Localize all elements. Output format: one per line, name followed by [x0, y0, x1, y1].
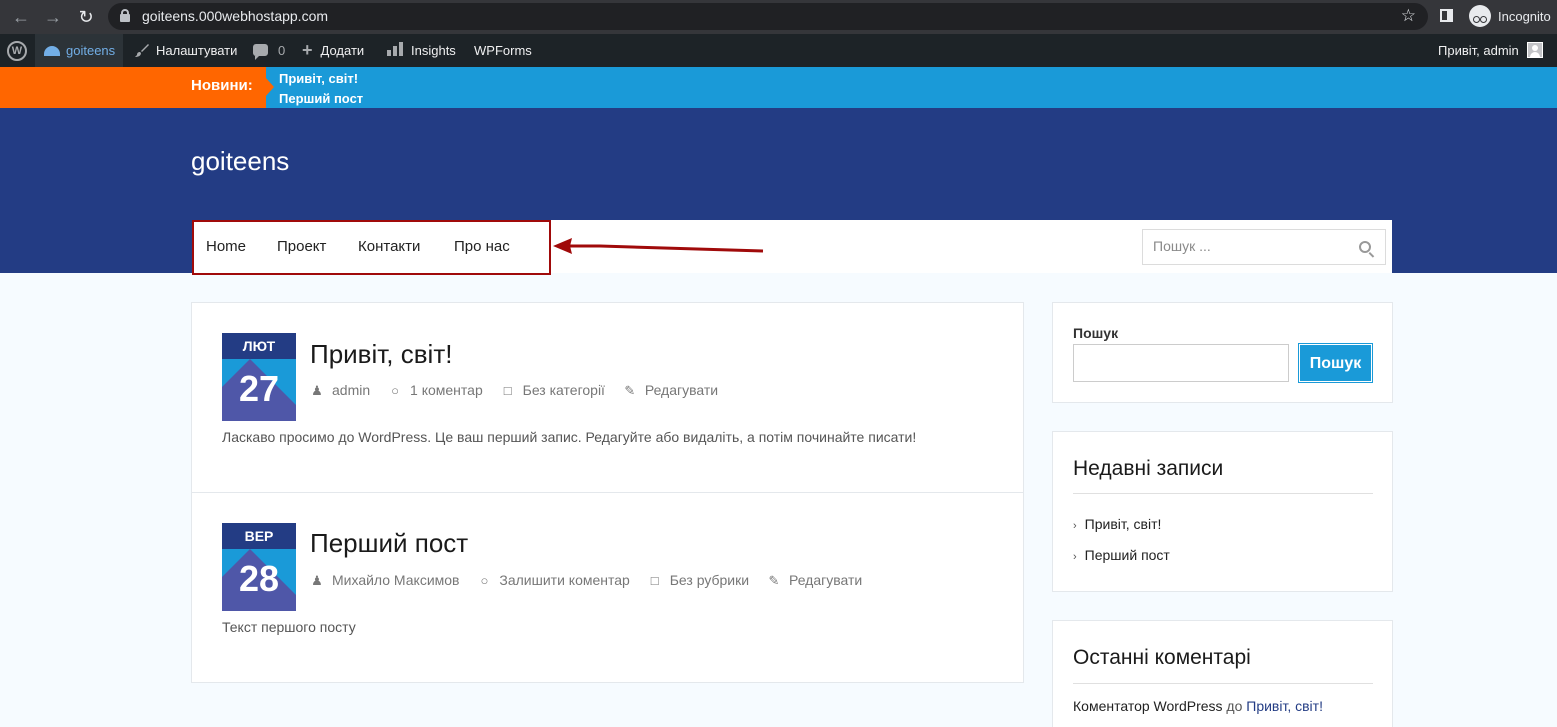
- menu-item-contacts[interactable]: Контакти: [358, 238, 420, 255]
- date-month: ЛЮТ: [222, 333, 296, 359]
- browser-toolbar: ← → ↻ goiteens.000webhostapp.com ☆ Incog…: [0, 0, 1557, 34]
- site-name-label: goiteens: [66, 43, 116, 58]
- side-panel-icon[interactable]: [1440, 9, 1453, 22]
- post-category[interactable]: Без рубрики: [670, 572, 749, 588]
- header-search: [1142, 229, 1386, 265]
- site-header: goiteens Home Проект Контакти Про нас: [0, 108, 1557, 275]
- site-name-menu[interactable]: goiteens: [35, 34, 124, 67]
- date-badge: ВЕР 28: [222, 523, 296, 611]
- user-icon: ♟: [311, 383, 323, 398]
- post-card: ЛЮТ 27 Привіт, світ! ♟ admin ○ 1 коментар …: [192, 303, 1023, 492]
- back-icon[interactable]: ←: [9, 5, 33, 29]
- brush-icon: [135, 44, 149, 57]
- wordpress-logo-icon: [7, 41, 27, 61]
- avatar[interactable]: [1527, 42, 1543, 58]
- folder-icon: □: [503, 383, 512, 398]
- search-icon[interactable]: [1359, 241, 1371, 253]
- wpforms-menu[interactable]: WPForms: [474, 34, 532, 67]
- comments-icon: ○: [480, 573, 489, 588]
- recent-comment: Коментатор WordPress до Привіт, світ!: [1073, 698, 1323, 714]
- post-edit-link[interactable]: Редагувати: [789, 572, 862, 588]
- address-bar[interactable]: goiteens.000webhostapp.com ☆: [108, 3, 1428, 30]
- insights-menu[interactable]: Insights: [387, 34, 456, 67]
- posts-list: ЛЮТ 27 Привіт, світ! ♟ admin ○ 1 коментар …: [191, 302, 1024, 683]
- post-comments-link[interactable]: 1 коментар: [410, 382, 483, 398]
- post-title[interactable]: Перший пост: [310, 528, 468, 559]
- customize-label: Налаштувати: [156, 43, 238, 58]
- header-search-input[interactable]: [1153, 238, 1343, 254]
- post-author[interactable]: admin: [332, 382, 370, 398]
- bookmark-star-icon[interactable]: ☆: [1401, 6, 1416, 26]
- new-content-menu[interactable]: + Додати: [302, 34, 364, 67]
- date-day: 28: [238, 558, 280, 599]
- comments-count: 0: [278, 43, 286, 58]
- post-excerpt: Ласкаво просимо до WordPress. Це ваш пер…: [222, 429, 917, 445]
- edit-icon: ✎: [768, 573, 780, 588]
- chevron-right-icon: ›: [1073, 551, 1077, 563]
- widget-divider: [1073, 683, 1373, 684]
- search-widget: Пошук Пошук: [1052, 302, 1393, 403]
- post-edit-link[interactable]: Редагувати: [645, 382, 718, 398]
- wpforms-label: WPForms: [474, 43, 532, 58]
- greeting-label: Привіт, admin: [1438, 43, 1519, 58]
- widget-divider: [1073, 493, 1373, 494]
- menu-item-project[interactable]: Проект: [277, 238, 326, 255]
- bar-chart-icon: [387, 42, 403, 56]
- dashboard-icon: [44, 46, 60, 56]
- ticker-arrow-shape: [256, 67, 274, 107]
- comment-author[interactable]: Коментатор WordPress: [1073, 698, 1223, 714]
- incognito-label: Incognito: [1498, 9, 1551, 24]
- reload-icon[interactable]: ↻: [74, 5, 98, 29]
- search-widget-label: Пошук: [1073, 325, 1119, 341]
- wp-logo-menu[interactable]: [0, 34, 35, 67]
- comment-connector: до: [1226, 698, 1243, 714]
- post-category[interactable]: Без категорії: [523, 382, 605, 398]
- url-text: goiteens.000webhostapp.com: [142, 8, 329, 24]
- comment-bubble-icon: [253, 44, 268, 60]
- plus-icon: +: [302, 40, 313, 60]
- account-menu[interactable]: Привіт, admin: [1438, 34, 1519, 67]
- recent-posts-widget: Недавні записи › Привіт, світ! › Перший по…: [1052, 431, 1393, 592]
- insights-label: Insights: [411, 43, 456, 58]
- date-day: 27: [238, 368, 280, 409]
- ticker-label: Новини:: [191, 77, 253, 94]
- post-author[interactable]: Михайло Максимов: [332, 572, 460, 588]
- search-submit-button[interactable]: Пошук: [1299, 344, 1372, 382]
- news-ticker: Новини: Привіт, світ! Перший пост: [0, 67, 1557, 108]
- search-widget-input[interactable]: [1073, 344, 1289, 382]
- menu-item-about[interactable]: Про нас: [454, 238, 510, 255]
- user-icon: ♟: [311, 573, 323, 588]
- chevron-right-icon: ›: [1073, 520, 1077, 532]
- post-title[interactable]: Привіт, світ!: [310, 339, 452, 370]
- forward-icon[interactable]: →: [41, 5, 65, 29]
- comment-post-link[interactable]: Привіт, світ!: [1246, 698, 1323, 714]
- lock-icon: [120, 9, 130, 22]
- post-comments-link[interactable]: Залишити коментар: [499, 572, 629, 588]
- widget-title: Недавні записи: [1073, 457, 1224, 480]
- wp-admin-bar: goiteens Налаштувати 0 +Додати Insights …: [0, 34, 1557, 67]
- recent-post-link[interactable]: › Перший пост: [1073, 547, 1170, 563]
- incognito-icon[interactable]: [1469, 5, 1491, 27]
- post-card: ВЕР 28 Перший пост ♟ Михайло Максимов ○ За…: [192, 492, 1023, 682]
- comments-menu[interactable]: 0: [253, 34, 285, 67]
- post-excerpt: Текст першого посту: [222, 619, 356, 635]
- primary-menu-bar: Home Проект Контакти Про нас: [192, 220, 1392, 275]
- recent-comments-widget: Останні коментарі Коментатор WordPress д…: [1052, 620, 1393, 727]
- post-meta: ♟ Михайло Максимов ○ Залишити коментар □ Бе…: [310, 572, 876, 589]
- comments-icon: ○: [391, 383, 399, 398]
- ticker-item[interactable]: Перший пост: [279, 91, 363, 106]
- edit-icon: ✎: [624, 383, 636, 398]
- date-month: ВЕР: [222, 523, 296, 549]
- widget-title: Останні коментарі: [1073, 646, 1251, 669]
- site-title[interactable]: goiteens: [191, 146, 289, 177]
- recent-post-link[interactable]: › Привіт, світ!: [1073, 516, 1161, 532]
- customize-menu[interactable]: Налаштувати: [135, 34, 237, 67]
- ticker-item[interactable]: Привіт, світ!: [279, 71, 358, 86]
- folder-icon: □: [650, 573, 659, 588]
- add-label: Додати: [320, 43, 365, 58]
- menu-item-home[interactable]: Home: [206, 238, 246, 255]
- post-meta: ♟ admin ○ 1 коментар □ Без категорії ✎ Редаг…: [310, 382, 732, 399]
- date-badge: ЛЮТ 27: [222, 333, 296, 421]
